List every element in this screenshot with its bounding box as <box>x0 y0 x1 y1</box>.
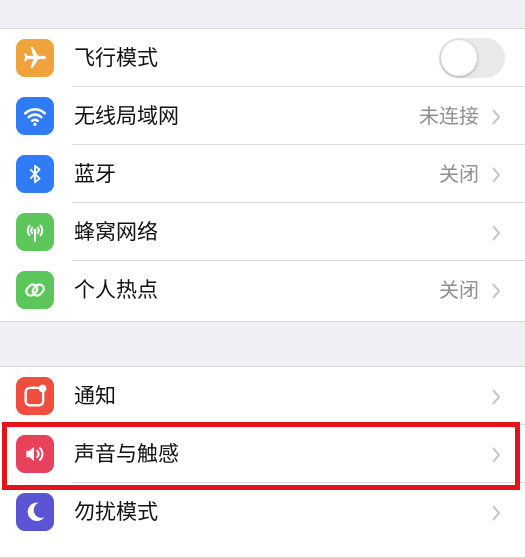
settings-row-label: 无线局域网 <box>74 104 179 128</box>
settings-row-personal-hotspot[interactable]: 个人热点 关闭 <box>0 261 525 319</box>
settings-row-value: 关闭 <box>439 278 479 302</box>
settings-row-label: 通知 <box>74 384 116 408</box>
hotspot-icon <box>16 271 54 309</box>
chevron-right-icon <box>492 109 501 125</box>
settings-row-wifi[interactable]: 无线局域网 未连接 <box>0 87 525 145</box>
chevron-right-icon <box>492 505 501 521</box>
settings-row-do-not-disturb[interactable]: 勿扰模式 <box>0 483 525 541</box>
chevron-right-icon <box>492 167 501 183</box>
settings-row-value: 未连接 <box>419 104 479 128</box>
settings-row-label: 个人热点 <box>74 278 158 302</box>
wifi-icon <box>16 97 54 135</box>
cellular-icon <box>16 213 54 251</box>
settings-row-label: 蓝牙 <box>74 162 116 186</box>
toggle-knob <box>441 40 477 76</box>
chevron-right-icon <box>492 225 501 241</box>
settings-row-bluetooth[interactable]: 蓝牙 关闭 <box>0 145 525 203</box>
settings-group-connectivity: 飞行模式 无线局域网 未连接 蓝牙 关闭 蜂窝网络 个人热点 关闭 <box>0 28 525 322</box>
bluetooth-icon <box>16 155 54 193</box>
settings-row-airplane-mode[interactable]: 飞行模式 <box>0 29 525 87</box>
settings-row-label: 勿扰模式 <box>74 500 158 524</box>
settings-row-label: 蜂窝网络 <box>74 220 158 244</box>
settings-row-cellular[interactable]: 蜂窝网络 <box>0 203 525 261</box>
settings-row-notifications[interactable]: 通知 <box>0 367 525 425</box>
chevron-right-icon <box>492 389 501 405</box>
moon-icon <box>16 493 54 531</box>
airplane-mode-toggle[interactable] <box>439 38 505 78</box>
highlight-box <box>2 422 520 490</box>
airplane-icon <box>16 39 54 77</box>
settings-row-value: 关闭 <box>439 162 479 186</box>
notifications-icon <box>16 377 54 415</box>
chevron-right-icon <box>492 283 501 299</box>
settings-row-label: 飞行模式 <box>74 46 158 70</box>
